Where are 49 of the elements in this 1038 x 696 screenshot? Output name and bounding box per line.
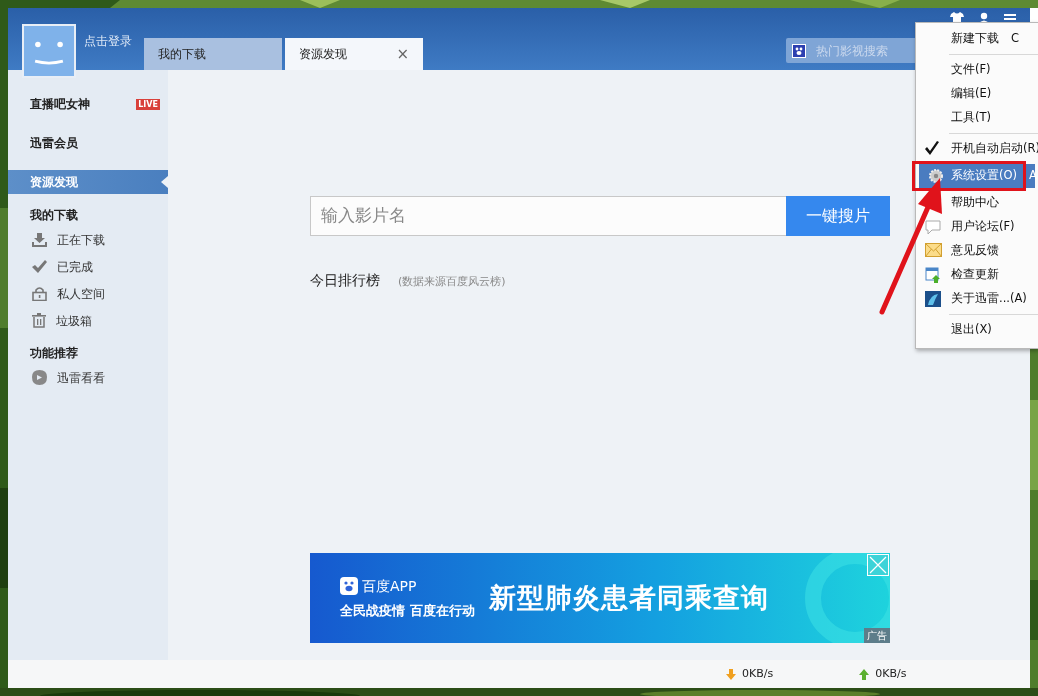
upload-arrow-icon: [859, 668, 870, 680]
menu-item[interactable]: 退出(X): [916, 318, 1038, 342]
ad-slogan: 全民战疫情 百度在行动: [340, 601, 475, 620]
menu-item[interactable]: 关于迅雷...(A): [916, 287, 1038, 311]
trash-icon: [32, 313, 46, 328]
section-header: 功能推荐: [29, 345, 79, 362]
paw-icon: [340, 577, 358, 596]
sidebar-item[interactable]: 迅雷会员: [8, 131, 168, 155]
tab[interactable]: 资源发现 ×: [285, 38, 423, 70]
menu-item[interactable]: 编辑(E): [916, 82, 1038, 106]
menu-item[interactable]: 用户论坛(F): [916, 215, 1038, 239]
menu-item[interactable]: 检查更新: [916, 263, 1038, 287]
menu-item[interactable]: 意见反馈: [916, 239, 1038, 263]
menu-item[interactable]: 帮助中心: [916, 191, 1038, 215]
login-link[interactable]: 点击登录: [84, 32, 132, 50]
sidebar-item[interactable]: 直播吧女神 LIVE: [8, 92, 168, 116]
sidebar-item[interactable]: 已完成: [8, 253, 168, 280]
live-badge: LIVE: [136, 98, 160, 110]
envelope-icon: [925, 243, 942, 257]
download-arrow-icon: [726, 668, 736, 680]
check-icon: [32, 260, 47, 273]
sidebar-item[interactable]: 私人空间: [8, 280, 168, 307]
download-icon: [32, 232, 47, 247]
update-icon: [925, 267, 941, 283]
upload-speed: 0KB/s: [875, 665, 907, 682]
sidebar-item[interactable]: 迅雷看看: [8, 364, 168, 391]
lock-icon: [32, 286, 47, 301]
menu-item[interactable]: 开机自动启动(R): [916, 137, 1038, 161]
download-speed: 0KB/s: [742, 665, 774, 682]
ad-brand: 百度APP: [362, 576, 417, 596]
gear-icon: [928, 168, 944, 184]
shield-icon: [32, 370, 47, 385]
ad-label: 广告: [864, 628, 890, 643]
sidebar-item[interactable]: 正在下载: [8, 226, 168, 253]
close-icon[interactable]: ×: [396, 42, 409, 66]
ranking-title: 今日排行榜: [310, 271, 380, 290]
checkmark-icon: [925, 141, 939, 155]
paw-icon: [792, 43, 806, 58]
bird-logo-icon: [925, 291, 941, 307]
sidebar-item[interactable]: 垃圾箱: [8, 307, 168, 334]
sidebar-item[interactable]: 资源发现: [8, 170, 168, 194]
search-button[interactable]: 一键搜片: [786, 196, 890, 236]
tab[interactable]: 我的下载: [144, 38, 282, 70]
search-field[interactable]: 输入影片名: [310, 196, 786, 236]
speech-bubble-icon: [925, 219, 941, 235]
menu-item[interactable]: 工具(T): [916, 106, 1038, 130]
ad-headline: 新型肺炎患者同乘查询: [488, 580, 769, 615]
ranking-source: (数据来源百度风云榜): [398, 274, 506, 290]
section-header: 我的下载: [29, 207, 79, 224]
